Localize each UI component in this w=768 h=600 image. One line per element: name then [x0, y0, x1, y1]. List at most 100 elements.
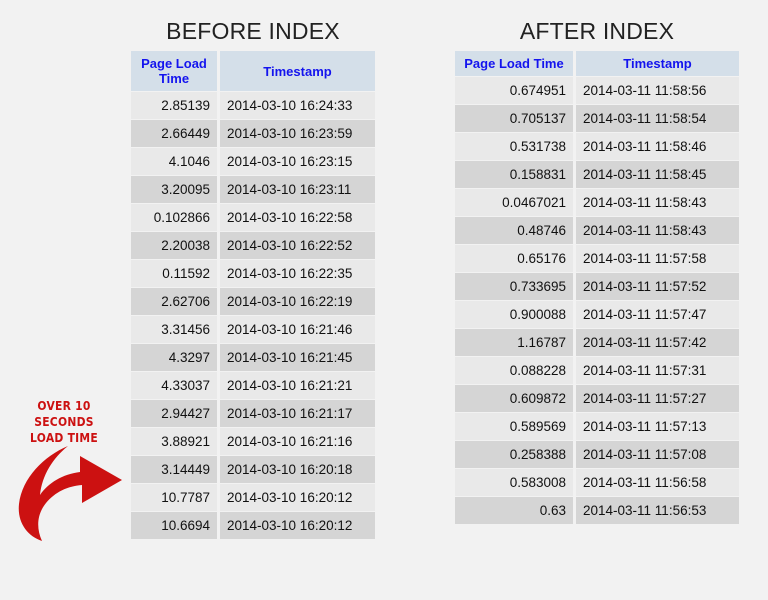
cell-page-load-time: 3.20095 [131, 176, 217, 203]
cell-page-load-time: 2.66449 [131, 120, 217, 147]
cell-timestamp: 2014-03-10 16:21:21 [220, 372, 375, 399]
table-row: 4.33037 2014-03-10 16:21:21 [131, 372, 375, 399]
table-row: 0.258388 2014-03-11 11:57:08 [455, 441, 739, 468]
column-header-page-load-time[interactable]: Page Load Time [455, 51, 573, 76]
over-10-seconds-annotation: OVER 10 SECONDS LOAD TIME [0, 398, 128, 558]
table-row: 3.14449 2014-03-10 16:20:18 [131, 456, 375, 483]
cell-page-load-time: 0.705137 [455, 105, 573, 132]
table-row: 2.85139 2014-03-10 16:24:33 [131, 92, 375, 119]
cell-timestamp: 2014-03-10 16:23:59 [220, 120, 375, 147]
table-row: 0.088228 2014-03-11 11:57:31 [455, 357, 739, 384]
table-header-row: Page Load Time Timestamp [455, 51, 739, 76]
cell-page-load-time: 10.6694 [131, 512, 217, 539]
cell-page-load-time: 3.31456 [131, 316, 217, 343]
cell-page-load-time: 3.14449 [131, 456, 217, 483]
table-row: 0.65176 2014-03-11 11:57:58 [455, 245, 739, 272]
table-row: 3.88921 2014-03-10 16:21:16 [131, 428, 375, 455]
cell-page-load-time: 0.48746 [455, 217, 573, 244]
cell-page-load-time: 2.94427 [131, 400, 217, 427]
after-index-title: AFTER INDEX [519, 18, 675, 44]
cell-timestamp: 2014-03-11 11:57:47 [576, 301, 739, 328]
table-row: 10.7787 2014-03-10 16:20:12 [131, 484, 375, 511]
cell-page-load-time: 0.674951 [455, 77, 573, 104]
page-root: OVER 10 SECONDS LOAD TIME BEFORE INDEX P… [0, 0, 768, 600]
cell-timestamp: 2014-03-10 16:20:12 [220, 484, 375, 511]
curved-arrow-down-right-icon [18, 446, 123, 541]
table-header-row: Page Load Time Timestamp [131, 51, 375, 91]
cell-timestamp: 2014-03-10 16:23:11 [220, 176, 375, 203]
cell-timestamp: 2014-03-11 11:57:08 [576, 441, 739, 468]
cell-page-load-time: 0.158831 [455, 161, 573, 188]
table-row: 0.733695 2014-03-11 11:57:52 [455, 273, 739, 300]
cell-timestamp: 2014-03-11 11:58:43 [576, 217, 739, 244]
cell-page-load-time: 0.102866 [131, 204, 217, 231]
cell-page-load-time: 4.3297 [131, 344, 217, 371]
cell-page-load-time: 0.589569 [455, 413, 573, 440]
cell-page-load-time: 2.85139 [131, 92, 217, 119]
table-row: 0.48746 2014-03-11 11:58:43 [455, 217, 739, 244]
cell-timestamp: 2014-03-10 16:22:35 [220, 260, 375, 287]
table-row: 0.11592 2014-03-10 16:22:35 [131, 260, 375, 287]
table-row: 0.674951 2014-03-11 11:58:56 [455, 77, 739, 104]
after-index-table: Page Load Time Timestamp 0.674951 2014-03… [452, 50, 742, 525]
cell-timestamp: 2014-03-11 11:56:58 [576, 469, 739, 496]
cell-timestamp: 2014-03-11 11:57:27 [576, 385, 739, 412]
table-row: 2.66449 2014-03-10 16:23:59 [131, 120, 375, 147]
cell-timestamp: 2014-03-10 16:22:52 [220, 232, 375, 259]
cell-timestamp: 2014-03-10 16:21:17 [220, 400, 375, 427]
cell-timestamp: 2014-03-11 11:56:53 [576, 497, 739, 524]
cell-page-load-time: 3.88921 [131, 428, 217, 455]
cell-page-load-time: 0.088228 [455, 357, 573, 384]
cell-page-load-time: 2.20038 [131, 232, 217, 259]
cell-timestamp: 2014-03-10 16:21:46 [220, 316, 375, 343]
cell-page-load-time: 0.0467021 [455, 189, 573, 216]
table-row: 3.31456 2014-03-10 16:21:46 [131, 316, 375, 343]
table-row: 0.583008 2014-03-11 11:56:58 [455, 469, 739, 496]
table-row: 0.705137 2014-03-11 11:58:54 [455, 105, 739, 132]
table-row: 0.589569 2014-03-11 11:57:13 [455, 413, 739, 440]
table-row: 1.16787 2014-03-11 11:57:42 [455, 329, 739, 356]
column-header-timestamp[interactable]: Timestamp [576, 51, 739, 76]
cell-timestamp: 2014-03-10 16:24:33 [220, 92, 375, 119]
cell-timestamp: 2014-03-11 11:57:42 [576, 329, 739, 356]
table-row: 2.62706 2014-03-10 16:22:19 [131, 288, 375, 315]
cell-timestamp: 2014-03-10 16:22:58 [220, 204, 375, 231]
before-index-table-block: BEFORE INDEX Page Load Time Timestamp 2.… [128, 14, 378, 540]
cell-timestamp: 2014-03-11 11:58:43 [576, 189, 739, 216]
cell-page-load-time: 0.258388 [455, 441, 573, 468]
table-row: 0.63 2014-03-11 11:56:53 [455, 497, 739, 524]
cell-page-load-time: 0.65176 [455, 245, 573, 272]
annotation-label: OVER 10 SECONDS LOAD TIME [29, 398, 98, 445]
cell-page-load-time: 4.33037 [131, 372, 217, 399]
cell-page-load-time: 0.900088 [455, 301, 573, 328]
cell-page-load-time: 0.733695 [455, 273, 573, 300]
cell-timestamp: 2014-03-10 16:23:15 [220, 148, 375, 175]
cell-page-load-time: 1.16787 [455, 329, 573, 356]
cell-page-load-time: 10.7787 [131, 484, 217, 511]
cell-timestamp: 2014-03-10 16:21:16 [220, 428, 375, 455]
cell-timestamp: 2014-03-11 11:58:54 [576, 105, 739, 132]
before-index-title: BEFORE INDEX [166, 18, 340, 44]
table-row: 4.1046 2014-03-10 16:23:15 [131, 148, 375, 175]
table-row: 4.3297 2014-03-10 16:21:45 [131, 344, 375, 371]
before-index-table-body: 2.85139 2014-03-10 16:24:33 2.66449 2014-03… [131, 92, 375, 539]
table-row: 2.20038 2014-03-10 16:22:52 [131, 232, 375, 259]
cell-timestamp: 2014-03-11 11:58:56 [576, 77, 739, 104]
after-index-table-body: 0.674951 2014-03-11 11:58:56 0.705137 2014-… [455, 77, 739, 524]
table-row: 10.6694 2014-03-10 16:20:12 [131, 512, 375, 539]
table-row: 3.20095 2014-03-10 16:23:11 [131, 176, 375, 203]
cell-timestamp: 2014-03-10 16:20:12 [220, 512, 375, 539]
table-row: 0.158831 2014-03-11 11:58:45 [455, 161, 739, 188]
cell-page-load-time: 0.583008 [455, 469, 573, 496]
cell-timestamp: 2014-03-11 11:57:52 [576, 273, 739, 300]
cell-timestamp: 2014-03-10 16:22:19 [220, 288, 375, 315]
cell-page-load-time: 0.11592 [131, 260, 217, 287]
cell-timestamp: 2014-03-10 16:21:45 [220, 344, 375, 371]
column-header-page-load-time[interactable]: Page Load Time [131, 51, 217, 91]
cell-timestamp: 2014-03-11 11:57:58 [576, 245, 739, 272]
column-header-timestamp[interactable]: Timestamp [220, 51, 375, 91]
table-row: 0.102866 2014-03-10 16:22:58 [131, 204, 375, 231]
table-row: 0.0467021 2014-03-11 11:58:43 [455, 189, 739, 216]
table-row: 2.94427 2014-03-10 16:21:17 [131, 400, 375, 427]
cell-page-load-time: 2.62706 [131, 288, 217, 315]
